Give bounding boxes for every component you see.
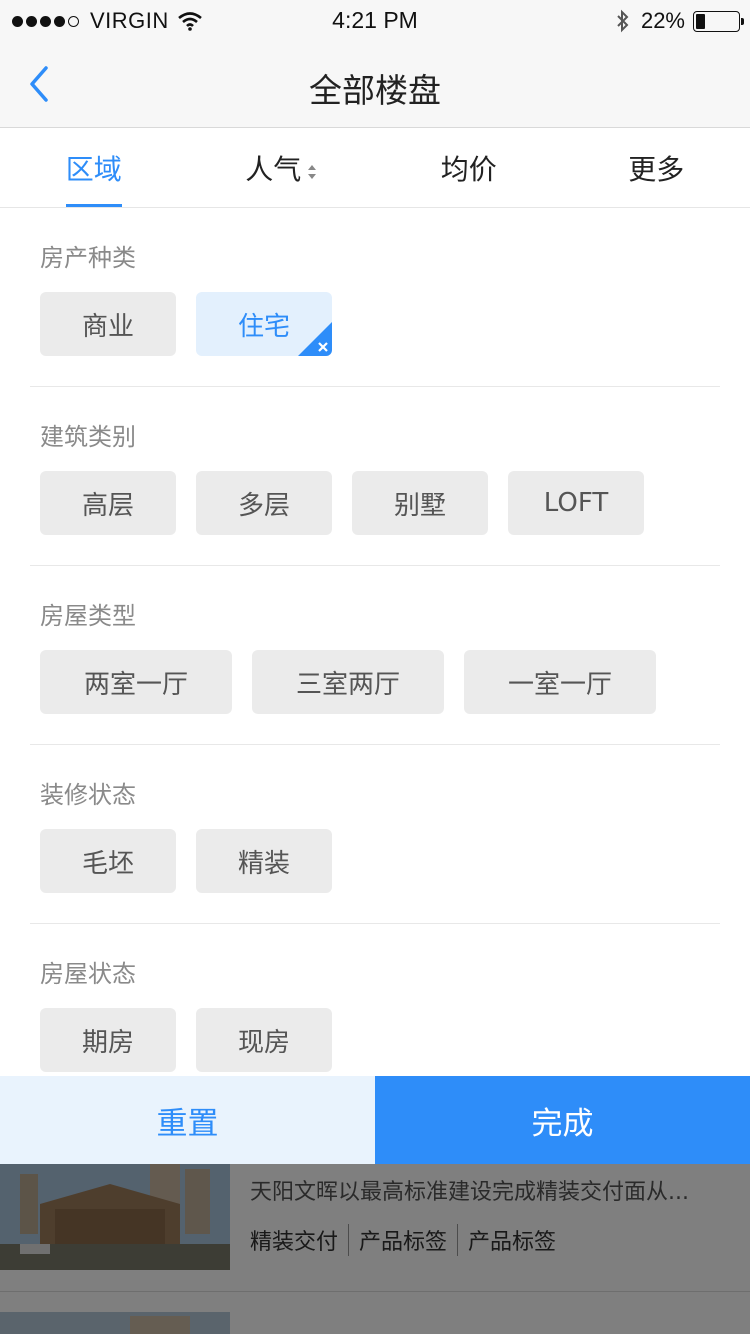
option-label: 两室一厅	[83, 669, 188, 700]
filter-section-property-type: 房产种类 商业 住宅	[30, 208, 720, 387]
option-chip[interactable]: 商业	[40, 292, 176, 356]
tab-label: 人气	[245, 152, 302, 186]
option-label: 商业	[81, 311, 134, 342]
option-label: 精装	[237, 848, 290, 879]
option-label: LOFT	[543, 488, 609, 518]
option-chip[interactable]: 别墅	[352, 471, 488, 535]
reset-button[interactable]: 重置	[0, 1076, 375, 1164]
tab-more[interactable]: 更多	[563, 128, 750, 207]
battery-icon	[693, 10, 744, 32]
option-group: 期房 现房	[40, 1008, 352, 1072]
tab-average-price[interactable]: 均价	[375, 128, 563, 207]
filter-section-decoration: 装修状态 毛坯 精装	[30, 745, 720, 924]
option-group: 毛坯 精装	[40, 829, 352, 893]
sort-icon	[307, 157, 317, 179]
dim-overlay[interactable]	[0, 1164, 750, 1334]
filter-tabs: 区域 人气 均价 更多	[0, 128, 750, 208]
filter-actions: 重置 完成	[0, 1076, 750, 1164]
option-group: 两室一厅 三室两厅 一室一厅	[40, 650, 676, 714]
option-label: 多层	[237, 490, 290, 521]
done-button[interactable]: 完成	[375, 1076, 750, 1164]
tab-popularity[interactable]: 人气	[188, 128, 376, 207]
tab-region[interactable]: 区域	[0, 128, 188, 207]
section-title: 房屋状态	[40, 960, 136, 988]
section-title: 装修状态	[40, 781, 136, 809]
battery-fill	[696, 13, 706, 29]
option-chip[interactable]: 精装	[196, 829, 332, 893]
option-chip-selected[interactable]: 住宅	[196, 292, 332, 356]
option-label: 高层	[81, 490, 134, 521]
bluetooth-icon	[617, 9, 629, 33]
filter-section-house-status: 房屋状态 期房 现房	[30, 924, 720, 1076]
option-chip[interactable]: 多层	[196, 471, 332, 535]
option-chip[interactable]: 三室两厅	[252, 650, 444, 714]
section-title: 建筑类别	[40, 423, 136, 451]
remove-selection-icon[interactable]	[298, 322, 332, 356]
page-title: 全部楼盘	[309, 71, 441, 110]
option-label: 一室一厅	[507, 669, 612, 700]
option-label: 住宅	[237, 311, 290, 342]
section-title: 房屋类型	[40, 602, 136, 630]
option-chip[interactable]: 两室一厅	[40, 650, 232, 714]
section-title: 房产种类	[40, 244, 136, 272]
navigation-bar: 全部楼盘	[0, 40, 750, 128]
option-chip[interactable]: 现房	[196, 1008, 332, 1072]
option-group: 高层 多层 别墅 LOFT	[40, 471, 664, 535]
option-group: 商业 住宅	[40, 292, 352, 356]
battery-percent: 22%	[640, 8, 685, 33]
filter-panel: 房产种类 商业 住宅 建筑类别 高层 多层 别墅 LOFT 房屋类型 两室一厅 …	[0, 208, 750, 1076]
tab-label: 更多	[628, 152, 685, 186]
option-label: 期房	[81, 1027, 134, 1058]
filter-section-building-type: 建筑类别 高层 多层 别墅 LOFT	[30, 387, 720, 566]
option-chip[interactable]: 期房	[40, 1008, 176, 1072]
option-chip[interactable]: 高层	[40, 471, 176, 535]
option-chip[interactable]: 一室一厅	[464, 650, 656, 714]
tab-label: 均价	[440, 152, 497, 186]
status-right: 22%	[615, 8, 744, 34]
option-label: 毛坯	[81, 848, 134, 879]
filter-section-room-layout: 房屋类型 两室一厅 三室两厅 一室一厅	[30, 566, 720, 745]
option-label: 现房	[237, 1027, 290, 1058]
option-label: 别墅	[393, 490, 446, 521]
option-chip[interactable]: LOFT	[508, 471, 644, 535]
option-chip[interactable]: 毛坯	[40, 829, 176, 893]
status-bar: VIRGIN 4:21 PM 22%	[0, 0, 750, 40]
tab-label: 区域	[65, 152, 122, 186]
option-label: 三室两厅	[295, 669, 400, 700]
